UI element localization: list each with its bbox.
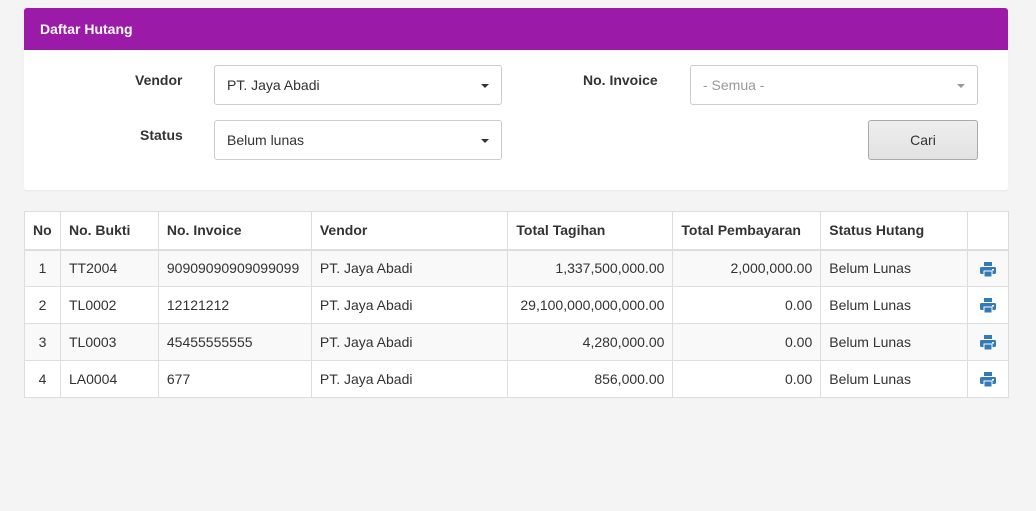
- cell-vendor: PT. Jaya Abadi: [310, 323, 509, 361]
- cell-total-tagihan: 29,100,000,000,000.00: [507, 286, 674, 324]
- status-select-value: Belum lunas: [227, 132, 305, 148]
- cell-bukti: LA0004: [59, 360, 159, 398]
- table-row: 4 LA0004 677 PT. Jaya Abadi 856,000.00 0…: [24, 360, 1010, 398]
- cell-action: [966, 249, 1010, 287]
- column-header-bukti: No. Bukti: [59, 211, 159, 251]
- chevron-down-icon: [481, 84, 489, 88]
- column-header-invoice: No. Invoice: [157, 211, 312, 251]
- search-button[interactable]: Cari: [868, 120, 978, 160]
- cell-total-pembayaran: 0.00: [672, 323, 822, 361]
- column-header-status-hutang: Status Hutang: [820, 211, 968, 251]
- cell-total-pembayaran: 0.00: [672, 360, 822, 398]
- cell-no: 4: [24, 360, 61, 398]
- cell-invoice: 45455555555: [157, 323, 312, 361]
- vendor-label: Vendor: [135, 72, 183, 88]
- chevron-down-icon: [481, 139, 489, 143]
- column-header-total-pembayaran: Total Pembayaran: [672, 211, 822, 251]
- column-header-total-tagihan: Total Tagihan: [507, 211, 674, 251]
- invoice-select[interactable]: - Semua -: [690, 65, 978, 105]
- status-label: Status: [140, 127, 183, 143]
- print-icon[interactable]: [979, 372, 996, 388]
- cell-no: 1: [24, 249, 61, 287]
- cell-status: Belum Lunas: [820, 286, 968, 324]
- table-header-row: No No. Bukti No. Invoice Vendor Total Ta…: [24, 211, 1010, 251]
- debt-table: No No. Bukti No. Invoice Vendor Total Ta…: [24, 211, 1010, 398]
- column-header-no: No: [24, 211, 61, 251]
- cell-action: [966, 323, 1010, 361]
- cell-total-pembayaran: 0.00: [672, 286, 822, 324]
- table-row: 2 TL0002 12121212 PT. Jaya Abadi 29,100,…: [24, 286, 1010, 324]
- column-header-vendor: Vendor: [310, 211, 509, 251]
- cell-vendor: PT. Jaya Abadi: [310, 249, 509, 287]
- cell-invoice: 677: [157, 360, 312, 398]
- cell-vendor: PT. Jaya Abadi: [310, 286, 509, 324]
- cell-bukti: TT2004: [59, 249, 159, 287]
- print-icon[interactable]: [979, 298, 996, 314]
- panel-title: Daftar Hutang: [24, 8, 1008, 50]
- status-select[interactable]: Belum lunas: [214, 120, 502, 160]
- chevron-down-icon: [957, 84, 965, 88]
- print-icon[interactable]: [979, 335, 996, 351]
- cell-total-tagihan: 4,280,000.00: [507, 323, 674, 361]
- filter-panel: Daftar Hutang Vendor PT. Jaya Abadi No. …: [24, 8, 1008, 190]
- invoice-select-value: - Semua -: [703, 77, 765, 93]
- cell-total-tagihan: 1,337,500,000.00: [507, 249, 674, 287]
- vendor-select-value: PT. Jaya Abadi: [227, 77, 320, 93]
- cell-total-pembayaran: 2,000,000.00: [672, 249, 822, 287]
- cell-bukti: TL0002: [59, 286, 159, 324]
- column-header-action: [966, 211, 1010, 251]
- cell-bukti: TL0003: [59, 323, 159, 361]
- cell-action: [966, 286, 1010, 324]
- cell-action: [966, 360, 1010, 398]
- cell-total-tagihan: 856,000.00: [507, 360, 674, 398]
- cell-invoice: 90909090909099099: [157, 249, 312, 287]
- table-row: 1 TT2004 90909090909099099 PT. Jaya Abad…: [24, 249, 1010, 287]
- cell-no: 3: [24, 323, 61, 361]
- cell-invoice: 12121212: [157, 286, 312, 324]
- cell-status: Belum Lunas: [820, 360, 968, 398]
- cell-no: 2: [24, 286, 61, 324]
- print-icon[interactable]: [979, 261, 996, 277]
- cell-vendor: PT. Jaya Abadi: [310, 360, 509, 398]
- cell-status: Belum Lunas: [820, 249, 968, 287]
- cell-status: Belum Lunas: [820, 323, 968, 361]
- table-row: 3 TL0003 45455555555 PT. Jaya Abadi 4,28…: [24, 323, 1010, 361]
- invoice-label: No. Invoice: [583, 72, 658, 88]
- vendor-select[interactable]: PT. Jaya Abadi: [214, 65, 502, 105]
